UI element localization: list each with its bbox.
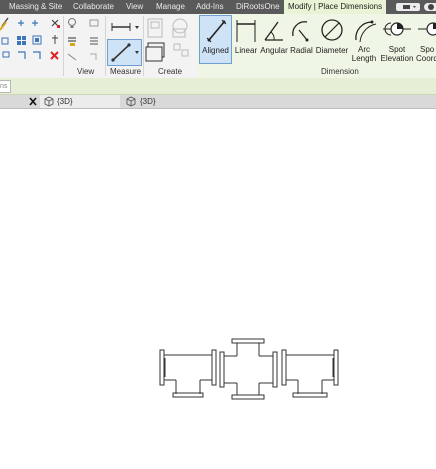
thin-lines-icon — [67, 53, 77, 61]
aligned-dimension-small-button[interactable] — [107, 39, 142, 66]
view-tab-3d-second[interactable]: {3D} — [122, 95, 202, 108]
create-tools-icons — [145, 18, 189, 62]
cross-fitting — [219, 338, 278, 400]
angular-label: Angular — [260, 46, 288, 55]
view-3d-icon — [44, 96, 54, 107]
radial-label: Radial — [290, 46, 313, 55]
split-icon — [52, 35, 58, 44]
aligned-label: Aligned — [202, 46, 229, 55]
scale-icon — [32, 35, 42, 45]
help-button[interactable] — [424, 3, 436, 11]
cut-profile-icon — [90, 53, 97, 60]
delete-element-icon — [51, 19, 60, 28]
spot-coordinate-label-line2: Coord — [416, 54, 436, 63]
view-tab-label: {3D} — [57, 97, 73, 106]
group-label-dimension: Dimension — [321, 67, 359, 76]
radial-dimension-icon — [292, 21, 309, 42]
tab-collaborate[interactable]: Collaborate — [73, 0, 114, 14]
separator — [143, 16, 144, 76]
tab-view[interactable]: View — [126, 0, 143, 14]
ribbon-tab-bar: Massing & Site Collaborate View Manage A… — [0, 0, 436, 14]
trim-icon — [0, 17, 9, 31]
dimension-panel: Aligned Linear Angular Radial Diameter A… — [197, 14, 436, 78]
override-graphics-icon — [68, 37, 76, 46]
aligned-dimension-button[interactable]: Aligned — [199, 15, 232, 64]
spot-elevation-label-line2: Elevation — [380, 54, 414, 63]
component-icon — [147, 18, 163, 38]
measure-between-points-button[interactable] — [107, 17, 141, 37]
spot-elevation-icon — [383, 22, 411, 36]
circle-icon — [428, 4, 434, 10]
similar-icon — [145, 42, 165, 62]
drawing-canvas[interactable] — [0, 109, 436, 469]
create-assembly-icon — [173, 43, 189, 57]
view-3d-icon — [126, 96, 136, 107]
linear-dimension-button[interactable]: Linear — [232, 15, 260, 64]
linework-icon — [90, 37, 98, 45]
lightbulb-icon — [68, 18, 76, 28]
mirror-icon — [18, 20, 38, 26]
options-bar: ns — [0, 78, 436, 95]
separator — [105, 16, 106, 76]
tab-massing-site[interactable]: Massing & Site — [9, 0, 62, 14]
group-label-create: Create — [158, 67, 183, 76]
unpin-icon — [33, 51, 41, 59]
close-icon[interactable] — [28, 95, 38, 108]
arc-length-icon — [355, 20, 377, 43]
delete-icon — [50, 51, 59, 60]
arc-length-label-line1: Arc — [358, 45, 370, 54]
hide-element-icon — [89, 19, 99, 27]
angular-dimension-icon — [264, 21, 283, 41]
spot-elevation-label-line1: Spot — [388, 45, 406, 54]
spot-coordinate-button[interactable]: Spo Coord — [415, 15, 436, 67]
separator — [63, 16, 64, 76]
linear-label: Linear — [234, 46, 258, 55]
diameter-dimension-button[interactable]: Diameter — [314, 15, 350, 64]
group-label-measure: Measure — [110, 67, 142, 76]
measure-icon — [111, 23, 139, 31]
arc-length-dimension-button[interactable]: Arc Length — [349, 15, 379, 67]
view-tab-3d[interactable]: {3D} — [40, 95, 120, 108]
group-icon — [172, 18, 188, 38]
pipe-fittings-drawing — [159, 338, 339, 400]
tab-modify-place-dimensions[interactable]: Modify | Place Dimensions — [284, 0, 387, 14]
tee-fitting-right — [281, 349, 339, 398]
group-label-view: View — [77, 67, 95, 76]
arc-length-label-line2: Length — [351, 54, 377, 63]
aligned-dimension-small-icon — [111, 43, 139, 62]
radial-dimension-button[interactable]: Radial — [288, 15, 315, 64]
tab-add-ins[interactable]: Add-Ins — [196, 0, 224, 14]
angular-dimension-button[interactable]: Angular — [259, 15, 289, 64]
tab-manage[interactable]: Manage — [156, 0, 185, 14]
ribbon-panel: View Measure Create Aligned Linear Angul… — [0, 14, 436, 79]
aligned-dimension-icon — [206, 19, 227, 43]
linear-dimension-icon — [236, 20, 256, 42]
tab-diroots-one[interactable]: DiRootsOne — [236, 0, 280, 14]
view-tab-bar: {3D} {3D} — [0, 95, 436, 109]
quick-access-toggle[interactable] — [396, 3, 420, 11]
view-tab-label: {3D} — [140, 97, 156, 106]
pin-icon — [18, 51, 26, 59]
view-tools-icons — [67, 18, 99, 61]
tee-fitting-left — [159, 349, 217, 398]
diameter-label: Diameter — [315, 46, 349, 55]
array-icon — [17, 36, 26, 45]
align-icon — [1, 37, 10, 58]
spot-elevation-button[interactable]: Spot Elevation — [378, 15, 416, 67]
options-bar-field[interactable]: ns — [0, 80, 11, 93]
spot-coordinate-label-line1: Spo — [420, 45, 435, 54]
spot-coordinate-icon — [418, 22, 436, 36]
camera-icon — [403, 5, 416, 9]
diameter-dimension-icon — [321, 19, 343, 41]
